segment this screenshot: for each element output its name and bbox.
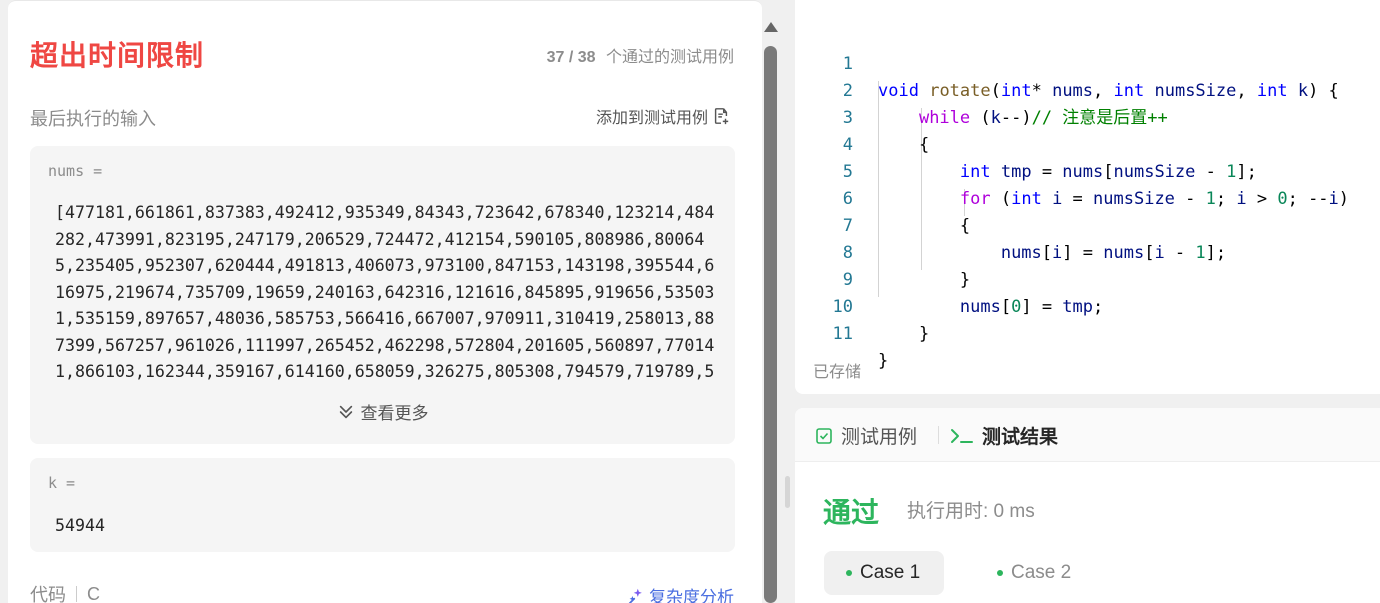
tab-testcase[interactable]: 测试用例: [815, 422, 917, 449]
see-more-label: 查看更多: [360, 404, 429, 423]
separator: [76, 586, 77, 602]
code-section-header: 代码 C: [30, 581, 100, 603]
pass-dot-icon: [997, 570, 1003, 576]
code-line: 9 nums[0] = tmp;: [795, 240, 1380, 317]
code-line: 8 }: [795, 213, 1380, 290]
double-chevron-down-icon: [339, 405, 352, 418]
nums-input-box: nums = [477181,661861,837383,492412,9353…: [30, 146, 735, 444]
submission-result-panel: 超出时间限制 37 / 38 个通过的测试用例 最后执行的输入 添加到测试用例 …: [8, 0, 762, 603]
k-value: 54944: [55, 516, 105, 535]
code-line: 11 }: [795, 294, 1380, 371]
result-status: 通过: [823, 496, 880, 529]
code-line: 7 nums[i] = nums[i - 1];: [795, 186, 1380, 263]
tab-separator: [938, 426, 939, 444]
code-line: 1 void rotate(int* nums, int numsSize, i…: [795, 24, 1380, 101]
code-label: 代码: [30, 585, 66, 603]
test-panel: 测试用例 测试结果 通过 执行用时: 0 ms Case 1 Case 2: [795, 408, 1380, 603]
result-title: 超出时间限制: [30, 39, 205, 72]
test-panel-tabs: 测试用例 测试结果: [795, 408, 1380, 462]
nums-label: nums =: [48, 162, 103, 180]
case-tab-2[interactable]: Case 2: [975, 551, 1095, 595]
pass-count-suffix: 个通过的测试用例: [605, 49, 734, 66]
complexity-analysis-label: 复杂度分析: [649, 588, 734, 603]
panel-resize-handle[interactable]: [785, 476, 790, 508]
count-separator: /: [564, 49, 578, 66]
last-input-label: 最后执行的输入: [30, 109, 156, 130]
code-line: 6 {: [795, 159, 1380, 236]
code-line: 3 {: [795, 78, 1380, 155]
add-document-icon: [714, 108, 729, 125]
sparkle-icon: [628, 588, 642, 603]
tab-result[interactable]: 测试结果: [950, 422, 1058, 449]
case-label: Case 2: [1011, 562, 1072, 583]
language-label: C: [87, 583, 100, 603]
case-tab-1[interactable]: Case 1: [824, 551, 945, 595]
pass-dot-icon: [846, 570, 852, 576]
k-label: k =: [48, 474, 76, 492]
k-input-box: k = 54944: [30, 458, 735, 552]
saved-status: 已存储: [813, 364, 862, 381]
scrollbar-thumb[interactable]: [764, 46, 777, 603]
execution-time: 执行用时: 0 ms: [907, 501, 1035, 522]
tab-result-label: 测试结果: [982, 427, 1059, 448]
code-line: 10 }: [795, 267, 1380, 344]
pass-count: 37 / 38 个通过的测试用例: [547, 43, 734, 67]
passed-count: 37: [546, 49, 565, 66]
code-line: 2 while (k--)// 注意是后置++: [795, 51, 1380, 128]
terminal-icon: [951, 428, 973, 443]
add-to-testcase-button[interactable]: 添加到测试用例: [596, 104, 730, 128]
scroll-up-arrow-icon[interactable]: [764, 22, 778, 32]
see-more-button[interactable]: 查看更多: [30, 399, 735, 424]
code-editor[interactable]: 1 void rotate(int* nums, int numsSize, i…: [795, 0, 1380, 394]
line-number: 11: [832, 324, 853, 344]
nums-value: [477181,661861,837383,492412,935349,8434…: [55, 203, 715, 381]
case-label: Case 1: [860, 562, 921, 583]
total-count: 38: [577, 49, 596, 66]
tab-testcase-label: 测试用例: [841, 427, 918, 448]
add-to-testcase-label: 添加到测试用例: [595, 110, 708, 127]
complexity-analysis-button[interactable]: 复杂度分析: [627, 583, 734, 603]
code-line: 5 for (int i = numsSize - 1; i > 0; --i): [795, 132, 1380, 209]
code-line: 4 int tmp = nums[numsSize - 1];: [795, 105, 1380, 182]
checkbox-icon: [816, 427, 832, 444]
